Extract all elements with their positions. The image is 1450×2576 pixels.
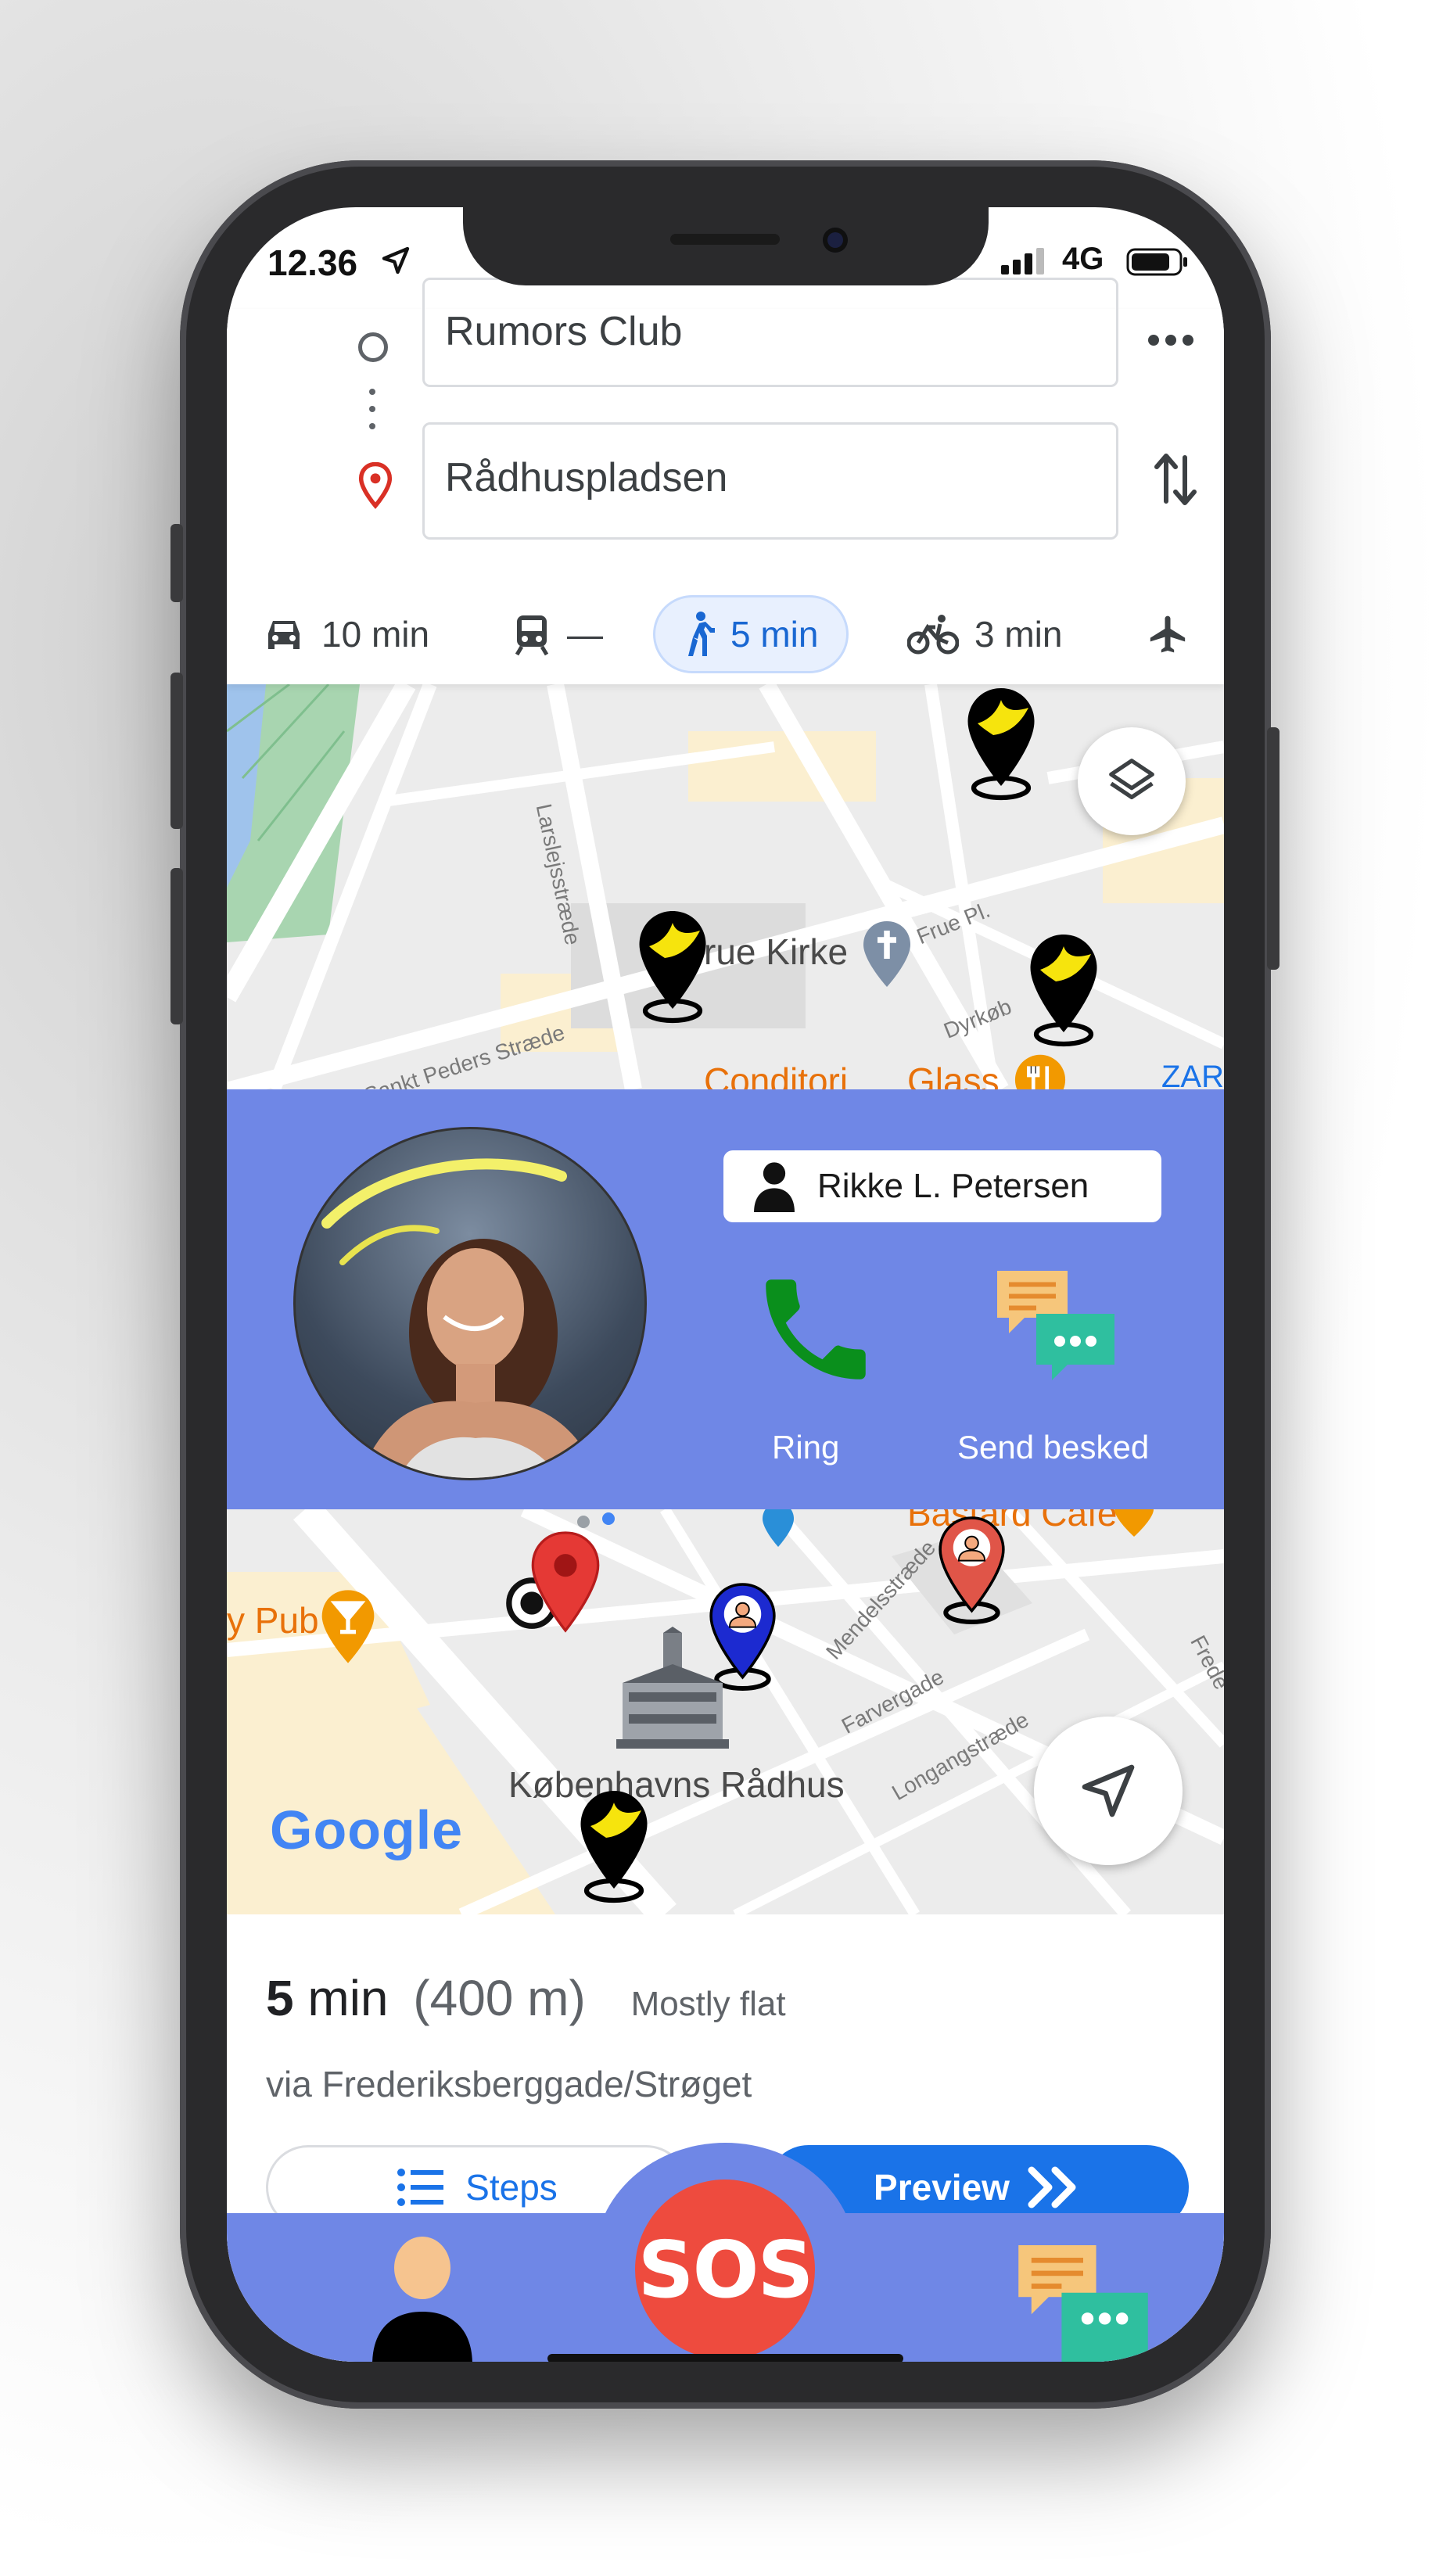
phone-call-icon[interactable]	[749, 1263, 882, 1396]
mode-car-label: 10 min	[321, 614, 430, 655]
status-time: 12.36	[267, 242, 358, 283]
city-hall-icon	[616, 1627, 729, 1749]
map-label-landmark: Københavns Rådhus	[508, 1764, 845, 1805]
bird-marker-icon[interactable]	[575, 1787, 653, 1904]
network-type: 4G	[1062, 242, 1104, 276]
travel-modes: 10 min — 5 min 3 min	[227, 575, 1224, 673]
more-options-icon[interactable]	[1146, 332, 1196, 348]
home-indicator[interactable]	[547, 2354, 903, 2362]
mode-walk[interactable]: 5 min	[653, 595, 849, 673]
route-via: via Frederiksberggade/Strøget	[266, 2064, 752, 2104]
car-icon	[268, 621, 300, 649]
bike-icon	[907, 615, 959, 655]
map-label-glass: Glass	[907, 1060, 1000, 1089]
swap-icon[interactable]	[1154, 448, 1197, 511]
profile-icon[interactable]	[360, 2233, 485, 2362]
mode-transit[interactable]: —	[512, 595, 603, 673]
eta-terrain: Mostly flat	[630, 1985, 786, 2023]
location-arrow-icon	[382, 246, 410, 274]
list-icon	[397, 2169, 444, 2206]
layers-icon	[1109, 759, 1154, 800]
route-connector-icon	[369, 389, 377, 440]
google-logo: Google	[270, 1799, 464, 1860]
restaurant-pin-icon	[1014, 1054, 1066, 1089]
route-dots-icon	[577, 1512, 615, 1528]
recenter-button[interactable]	[1034, 1717, 1183, 1865]
mode-bike-label: 3 min	[974, 614, 1063, 655]
destination-red-pin-icon[interactable]	[526, 1529, 605, 1634]
volume-down-button	[170, 868, 183, 1024]
front-camera	[823, 228, 848, 253]
double-chevron-icon	[1028, 2166, 1076, 2208]
mode-transit-label: —	[567, 614, 603, 655]
walk-icon	[688, 612, 715, 656]
map-view-bottom[interactable]: y Pub Bastard Cafe Mendelsstræde Farverg…	[227, 1509, 1224, 1914]
contact-photo-illustration	[321, 1158, 599, 1478]
map-view-top[interactable]: Larslejsstræde rue Kirke Frue Pl. Sankt …	[227, 684, 1224, 1089]
mode-bike[interactable]: 3 min	[907, 595, 1062, 673]
mode-walk-label: 5 min	[730, 614, 819, 655]
bird-marker-icon[interactable]	[1025, 931, 1103, 1048]
contact-card: Rikke L. Petersen Ring Send besked	[227, 1089, 1224, 1509]
chat-icon[interactable]	[989, 1263, 1122, 1388]
contact-name: Rikke L. Petersen	[817, 1167, 1089, 1205]
battery-icon	[1126, 248, 1187, 276]
steps-label: Steps	[465, 2167, 558, 2208]
signal-icon	[1001, 248, 1044, 274]
cafe-pin-icon	[1114, 1509, 1154, 1537]
phone-screen: 12.36 4G Rumors Club Rådhuspladsen 10 mi…	[227, 207, 1224, 2362]
eta-value: 5	[266, 1970, 294, 2026]
person-icon	[754, 1162, 795, 1212]
mute-switch	[170, 524, 183, 602]
power-button	[1267, 727, 1280, 970]
route-header: Rumors Club Rådhuspladsen 10 min — 5 min…	[227, 278, 1224, 684]
bar-pin-icon	[321, 1590, 375, 1663]
map-label-pub: y Pub	[227, 1600, 319, 1641]
place-pin-icon	[763, 1509, 794, 1547]
send-message-label[interactable]: Send besked	[957, 1429, 1149, 1466]
volume-up-button	[170, 673, 183, 829]
navigation-arrow-icon	[1082, 1764, 1135, 1817]
mode-flight[interactable]	[1146, 595, 1205, 673]
eta-unit: min	[307, 1970, 389, 2026]
call-label[interactable]: Ring	[772, 1429, 839, 1466]
earpiece	[670, 234, 780, 245]
destination-pin-icon	[358, 462, 393, 509]
map-label-conditori: Conditori	[704, 1060, 849, 1089]
church-pin-icon	[863, 921, 910, 987]
eta-summary: 5 min (400 m) Mostly flat	[266, 1969, 786, 2027]
train-icon	[515, 615, 549, 656]
eta-distance: (400 m)	[413, 1970, 586, 2026]
destination-input[interactable]: Rådhuspladsen	[422, 422, 1118, 540]
map-layers-button[interactable]	[1078, 727, 1186, 835]
notch	[463, 207, 989, 285]
preview-label: Preview	[874, 2167, 1010, 2208]
bird-marker-icon[interactable]	[962, 684, 1040, 802]
mode-car[interactable]: 10 min	[262, 595, 429, 673]
contact-photo[interactable]	[293, 1127, 647, 1480]
person-marker-red-icon[interactable]	[935, 1513, 1009, 1627]
map-label-church: rue Kirke	[704, 931, 849, 972]
airplane-icon	[1150, 615, 1186, 653]
messages-icon[interactable]	[1009, 2237, 1157, 2362]
bird-marker-icon[interactable]	[633, 907, 712, 1024]
sos-button[interactable]: SOS	[635, 2180, 815, 2359]
origin-dot-icon	[358, 332, 388, 362]
map-label-edge: ZAR	[1161, 1060, 1224, 1089]
contact-name-pill: Rikke L. Petersen	[723, 1150, 1161, 1222]
